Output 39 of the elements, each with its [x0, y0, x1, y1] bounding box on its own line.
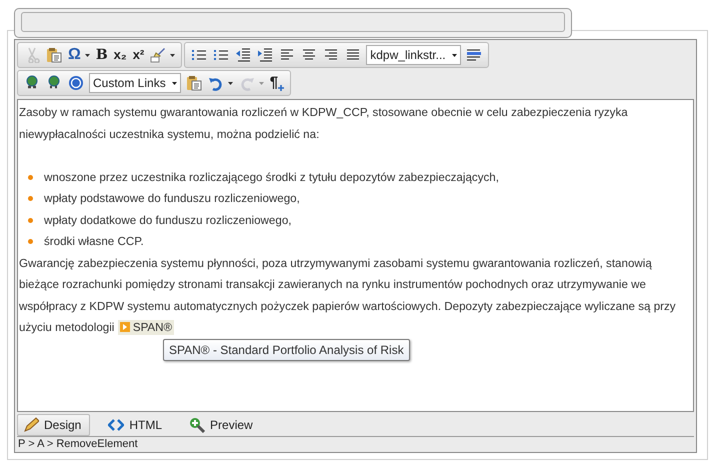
- pilcrow-button[interactable]: ¶: [266, 72, 288, 94]
- title-field[interactable]: [21, 12, 565, 32]
- superscript-button[interactable]: x²: [130, 44, 148, 66]
- style-dropdown[interactable]: kdpw_linkstr...: [366, 45, 461, 65]
- style-dropdown[interactable]: Custom Links: [89, 73, 181, 93]
- bullet-icon: [28, 239, 33, 244]
- mode-tab[interactable]: HTML: [102, 414, 172, 436]
- brush-icon: [150, 47, 166, 63]
- bullet-icon: [28, 174, 33, 180]
- undo-icon: [208, 75, 224, 91]
- list-item: wnoszone przez uczestnika rozliczającego środki z tytułu depozytów zabezpieczających,: [44, 170, 499, 186]
- element-path: P > A > RemoveElement: [18, 438, 138, 450]
- content-area[interactable]: [17, 99, 694, 412]
- caret-icon[interactable]: [170, 54, 176, 56]
- link[interactable]: SPAN®: [118, 320, 174, 335]
- paragraph: Zasoby w ramach systemu gwarantowania rozliczeń w KDPW_CCP, stosowane obecnie w celu zabezpieczenia ryzyka niewypłacalności uczestnika systemu, można podzielić na:: [19, 105, 629, 142]
- bullet-icon: [28, 196, 33, 202]
- bold-button[interactable]: B: [92, 44, 111, 66]
- dropdown-value: kdpw_linkstr...: [370, 48, 446, 62]
- zoom-icon: [189, 417, 206, 433]
- redo-icon: [238, 75, 255, 91]
- subscript-button[interactable]: x₂: [110, 44, 130, 66]
- caret-icon[interactable]: [84, 54, 90, 56]
- caret-icon: [452, 54, 457, 56]
- mode-tab[interactable]: Design: [17, 414, 90, 436]
- caret-icon: [172, 82, 177, 84]
- paragraph: Gwarancję zabezpieczenia systemu płynności, poza utrzymywanymi zasobami systemu gwarantowania rozliczeń, stanowią bieżące rozrachunki pomiędzy stronami transakcji zawieranych na rynku instrumentów pochodnych oraz utrzymywanie we współpracy z KDPW systemu automatycznych pożyczek papierów wartościowych. Depozyty zabezpieczające wyliczane są przy użyciu metodologii SPAN®: [19, 256, 677, 337]
- code-icon: [108, 417, 124, 433]
- list-item: środki własne CCP.: [44, 234, 144, 250]
- mode-tab[interactable]: Preview: [183, 414, 262, 436]
- plus-icon: [278, 85, 284, 91]
- list-item: wpłaty podstawowe do funduszu rozliczeniowego,: [44, 191, 300, 207]
- bullet-icon: [28, 218, 33, 223]
- caret-icon[interactable]: [228, 82, 233, 84]
- pencil-icon: [23, 417, 39, 433]
- dropdown-value: Custom Links: [93, 76, 166, 90]
- tooltip: SPAN® - Standard Portfolio Analysis of Risk: [163, 339, 410, 361]
- list-item: wpłaty dodatkowe do funduszu rozliczeniowego,: [44, 212, 292, 228]
- split-button[interactable]: Ω: [65, 44, 93, 66]
